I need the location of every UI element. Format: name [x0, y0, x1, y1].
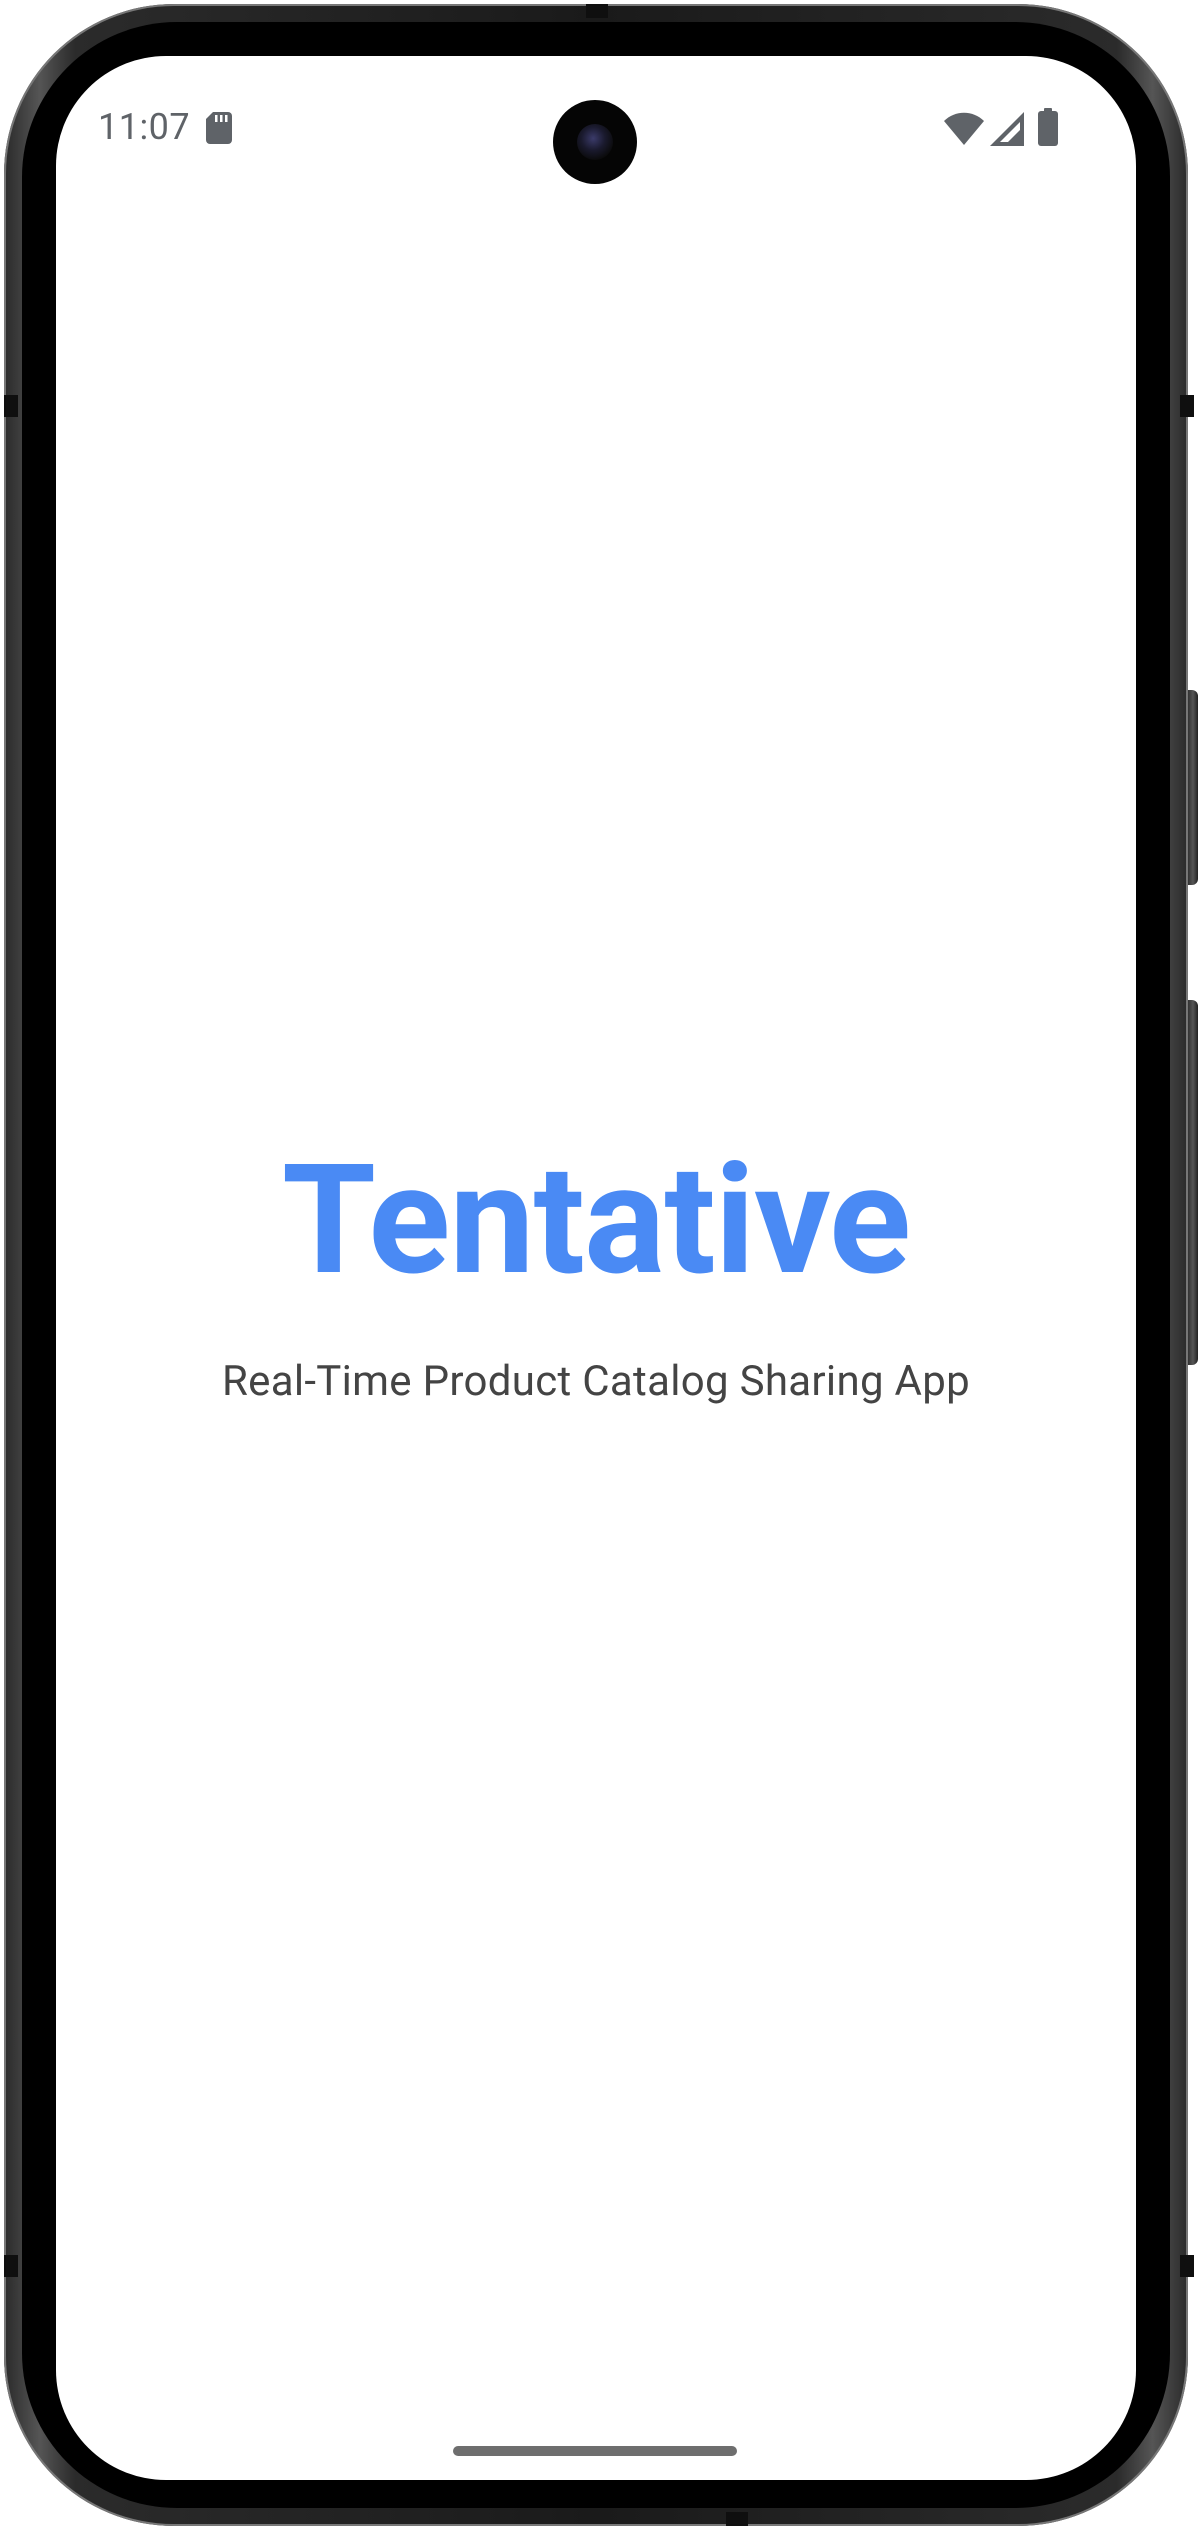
phone-device: 11:07 Tentative Real-Time Product Catalo… — [0, 0, 1198, 2531]
app-subtitle: Real-Time Product Catalog Sharing App — [221, 1357, 971, 1406]
splash-content: Tentative Real-Time Product Catalog Shar… — [56, 56, 1136, 2480]
antenna-line — [1180, 395, 1194, 417]
antenna-line — [586, 4, 608, 18]
home-indicator[interactable] — [453, 2446, 737, 2456]
antenna-line — [726, 2512, 748, 2526]
screen: 11:07 Tentative Real-Time Product Catalo… — [56, 56, 1136, 2480]
power-button[interactable] — [1188, 690, 1198, 885]
app-title: Tentative — [281, 1132, 911, 1310]
antenna-line — [4, 395, 18, 417]
antenna-line — [4, 2255, 18, 2277]
volume-button[interactable] — [1188, 1000, 1198, 1365]
antenna-line — [1180, 2255, 1194, 2277]
